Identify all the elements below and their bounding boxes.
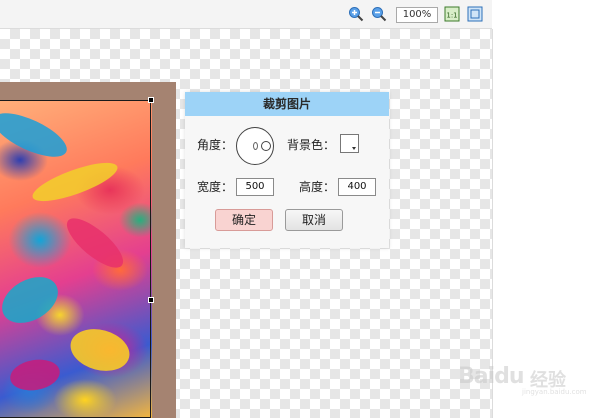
angle-label: 角度： — [197, 138, 234, 152]
height-label: 高度： — [299, 180, 336, 194]
crop-selection-box[interactable] — [0, 100, 151, 418]
angle-dial[interactable] — [236, 127, 274, 165]
crop-panel-title: 裁剪图片 — [185, 92, 389, 116]
zoom-level-field[interactable]: 100% — [396, 7, 438, 23]
dial-center-icon — [253, 142, 258, 150]
dropdown-arrow-icon — [352, 147, 356, 150]
actual-size-icon[interactable]: 1:1 — [444, 6, 460, 22]
width-input[interactable]: 500 — [236, 178, 274, 196]
watermark-brand: Baidu — [458, 364, 525, 389]
background-color-label: 背景色： — [287, 138, 336, 152]
crop-handle-right[interactable] — [148, 297, 154, 303]
zoom-in-icon[interactable] — [348, 6, 364, 22]
actual-size-glyph: 1:1 — [446, 12, 457, 20]
top-toolbar: 100% 1:1 — [0, 0, 492, 29]
background-color-picker[interactable] — [340, 134, 359, 153]
dial-knob-icon[interactable] — [261, 141, 271, 151]
baidu-jingyan-watermark: Baidu 经验 jingyan.baidu.com — [458, 356, 598, 396]
crop-panel: 裁剪图片 角度： 背景色： 宽度： 500 高度： 400 确定 取消 — [185, 92, 389, 248]
height-input[interactable]: 400 — [338, 178, 376, 196]
crop-handle-top-right[interactable] — [148, 97, 154, 103]
cancel-button[interactable]: 取消 — [285, 209, 343, 231]
fit-screen-icon[interactable] — [467, 6, 483, 22]
confirm-button[interactable]: 确定 — [215, 209, 273, 231]
watermark-url: jingyan.baidu.com — [522, 388, 587, 396]
width-label: 宽度： — [197, 180, 234, 194]
image-frame — [0, 82, 176, 418]
zoom-out-icon[interactable] — [371, 6, 387, 22]
